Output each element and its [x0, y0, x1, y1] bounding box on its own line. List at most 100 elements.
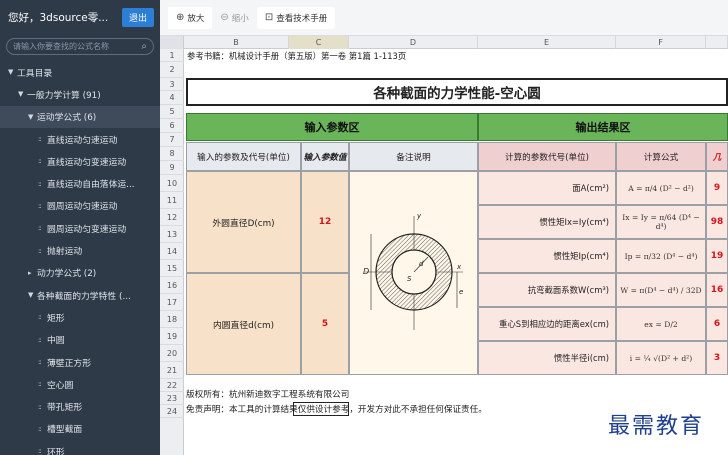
formula-search-input[interactable]: [13, 42, 142, 51]
row-header[interactable]: 14: [160, 243, 184, 260]
active-cell-selection[interactable]: [293, 402, 349, 416]
output-param-label: 惯性矩Ip(cm⁴): [478, 239, 616, 273]
tree-item[interactable]: :: 圆周运动匀速运动: [0, 195, 160, 217]
row-header[interactable]: 18: [160, 311, 184, 328]
drag-handle-icon: ::: [38, 246, 42, 255]
tree-item-label: 工具目录: [17, 68, 53, 79]
row-header[interactable]: 5: [160, 105, 184, 119]
output-param-label: 重心S到相应边的距离ex(cm): [478, 307, 616, 341]
section-diagram: D y x d S e: [349, 171, 478, 375]
row-header[interactable]: 9: [160, 161, 184, 175]
copyright-note: 版权所有：杭州新迪数字工程系统有限公司: [186, 390, 350, 400]
tree-item-label: 抛射运动: [47, 247, 83, 258]
input-value-outer-diameter[interactable]: 12: [301, 171, 349, 273]
row-header[interactable]: 22: [160, 379, 184, 392]
row-header[interactable]: 16: [160, 277, 184, 294]
row-header[interactable]: 23: [160, 392, 184, 405]
row-header[interactable]: 7: [160, 133, 184, 147]
drag-handle-icon: ::: [38, 402, 42, 411]
output-band: 输出结果区: [478, 113, 728, 141]
row-header[interactable]: 12: [160, 209, 184, 226]
tree-item[interactable]: :: 矩形: [0, 306, 160, 328]
svg-text:D: D: [363, 267, 369, 276]
manual-button[interactable]: ⊡ 查看技术手册: [256, 6, 336, 29]
output-formula: ex = D/2: [616, 307, 706, 341]
zoom-in-button[interactable]: ⊕ 放大: [168, 6, 213, 29]
select-all-corner[interactable]: [160, 36, 184, 49]
output-value: 98: [706, 205, 728, 239]
input-value-inner-diameter[interactable]: 5: [301, 273, 349, 375]
watermark-brand: 最需教育: [608, 414, 705, 439]
column-header[interactable]: B: [184, 36, 289, 49]
tree-item[interactable]: :: 槽型截面: [0, 418, 160, 440]
row-header[interactable]: 15: [160, 260, 184, 277]
drag-handle-icon: ::: [38, 313, 42, 322]
drag-handle-icon: ::: [38, 380, 42, 389]
zoom-out-label: 缩小: [231, 13, 249, 24]
tree-item[interactable]: :: 中圆: [0, 329, 160, 351]
zoom-out-button[interactable]: ⊖ 缩小: [212, 7, 256, 29]
spreadsheet[interactable]: BCDEF 1 2 3 4 5 6 7 8 9 10 11 12 13 14 15 16 17 18 19 20 21 2…: [160, 36, 728, 455]
row-header[interactable]: 10: [160, 175, 184, 192]
tree-item-label: 直线运动匀速运动: [47, 135, 118, 146]
row-header[interactable]: 11: [160, 192, 184, 209]
column-header[interactable]: [706, 36, 728, 49]
tree-item[interactable]: :: 空心圆: [0, 373, 160, 395]
book-icon: ⊡: [264, 12, 274, 23]
column-header[interactable]: C: [289, 36, 349, 49]
header-output-param: 计算的参数代号(单位): [478, 142, 616, 171]
tree-item-label: 运动学公式 (6): [37, 113, 97, 124]
drag-handle-icon: ::: [38, 157, 42, 166]
tree-item-label: 中圆: [47, 336, 65, 347]
row-header[interactable]: 6: [160, 119, 184, 133]
formula-tree: ▼ 工具目录 ▼ 一般力学计算 (91) ▼ 运动学公式 (6):: 直线运动匀速运动:: 直…: [0, 61, 160, 455]
header-input-param: 输入的参数及代号(单位): [186, 142, 301, 171]
tree-item[interactable]: :: 直线运动自由落体运...: [0, 172, 160, 194]
tree-item[interactable]: :: 直线运动匀速运动: [0, 128, 160, 150]
row-header[interactable]: 13: [160, 226, 184, 243]
tree-item[interactable]: :: 带孔矩形: [0, 395, 160, 417]
tree-item[interactable]: :: 直线运动匀变速运动: [0, 150, 160, 172]
tree-item[interactable]: ▼ 各种截面的力学特性 (...: [0, 284, 160, 306]
row-header[interactable]: 8: [160, 147, 184, 161]
output-value: 19: [706, 239, 728, 273]
tree-item[interactable]: ▸ 动力学公式 (2): [0, 262, 160, 284]
column-header[interactable]: E: [478, 36, 616, 49]
caret-icon: ▼: [28, 291, 34, 300]
svg-text:y: y: [416, 212, 422, 220]
tree-item[interactable]: ▼ 一般力学计算 (91): [0, 83, 160, 105]
input-band: 输入参数区: [186, 113, 478, 141]
row-header[interactable]: 19: [160, 328, 184, 345]
row-header[interactable]: 21: [160, 362, 184, 379]
output-param-label: 抗弯截面系数W(cm³): [478, 273, 616, 307]
row-header[interactable]: 4: [160, 91, 184, 105]
row-header[interactable]: 20: [160, 345, 184, 362]
logout-button[interactable]: 退出: [121, 7, 154, 27]
tree-item-label: 环形: [47, 447, 65, 455]
column-header[interactable]: F: [616, 36, 706, 49]
zoom-in-label: 放大: [187, 13, 205, 24]
column-header[interactable]: D: [349, 36, 478, 49]
svg-text:S: S: [407, 275, 412, 283]
tree-item[interactable]: :: 环形: [0, 440, 160, 455]
zoom-out-icon: ⊖: [220, 12, 229, 23]
row-header[interactable]: 3: [160, 78, 184, 91]
row-header[interactable]: 2: [160, 62, 184, 78]
output-formula: W = π(D⁴ − d⁴) / 32D: [616, 273, 706, 307]
tree-item[interactable]: :: 抛射运动: [0, 239, 160, 261]
svg-text:e: e: [459, 288, 463, 296]
output-value: 3: [706, 341, 728, 375]
hollow-circle-diagram: D y x d S e: [363, 212, 463, 330]
row-header[interactable]: 17: [160, 294, 184, 311]
tree-item[interactable]: ▼ 运动学公式 (6): [0, 105, 160, 128]
output-value: 6: [706, 307, 728, 341]
row-header[interactable]: 24: [160, 405, 184, 418]
drag-handle-icon: ::: [38, 201, 42, 210]
header-output-value: 几: [706, 142, 728, 171]
tree-item[interactable]: :: 薄壁正方形: [0, 351, 160, 373]
tree-item[interactable]: ▼ 工具目录: [0, 61, 160, 83]
search-icon[interactable]: ⌕: [141, 41, 147, 52]
tree-item[interactable]: :: 圆周运动匀变速运动: [0, 217, 160, 239]
svg-text:x: x: [456, 263, 462, 271]
row-header[interactable]: 1: [160, 49, 184, 62]
